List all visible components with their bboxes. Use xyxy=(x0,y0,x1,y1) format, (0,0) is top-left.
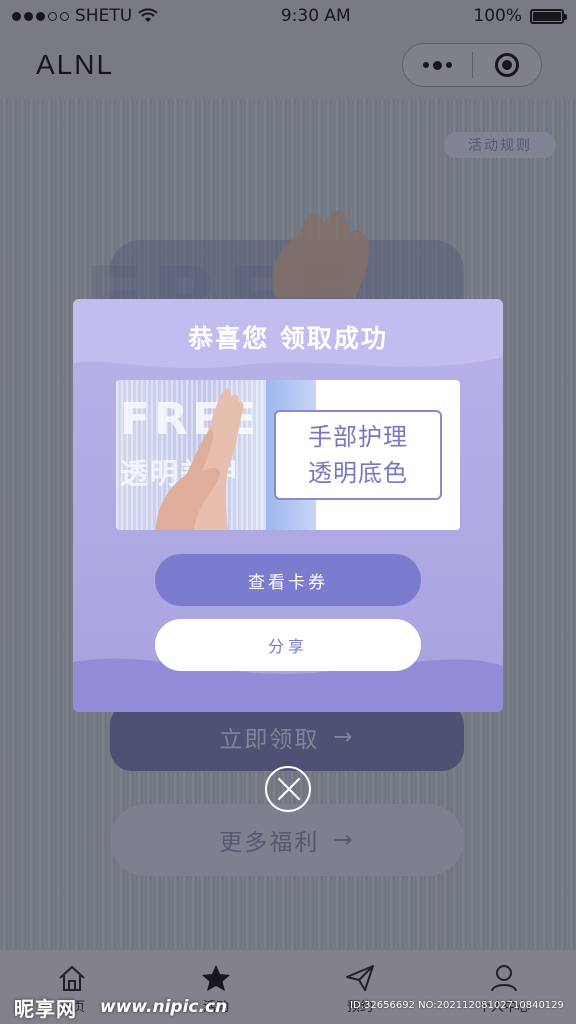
coupon-label-box: 手部护理 透明底色 xyxy=(274,410,442,500)
coupon-image: FREE 透明美甲 xyxy=(116,380,266,530)
coupon-card[interactable]: FREE 透明美甲 手部护理 透明底色 xyxy=(116,380,460,530)
close-modal-icon[interactable] xyxy=(265,766,311,812)
coupon-line-2: 透明底色 xyxy=(308,459,408,487)
watermark-url: www.nipic.cn xyxy=(100,997,228,1017)
coupon-line-1: 手部护理 xyxy=(308,423,408,451)
watermark-id: ID:32656692 NO:20211208102710840129 xyxy=(350,1000,564,1011)
share-button[interactable]: 分享 xyxy=(155,619,421,671)
watermark-logo: 昵享网 xyxy=(14,997,77,1021)
view-coupon-button[interactable]: 查看卡券 xyxy=(155,554,421,606)
hands-image xyxy=(156,388,244,530)
success-modal: 恭喜您 领取成功 FREE 透明美甲 手部护理 透明底色 查看卡券 分享 xyxy=(73,299,503,712)
modal-title: 恭喜您 领取成功 xyxy=(188,324,388,353)
